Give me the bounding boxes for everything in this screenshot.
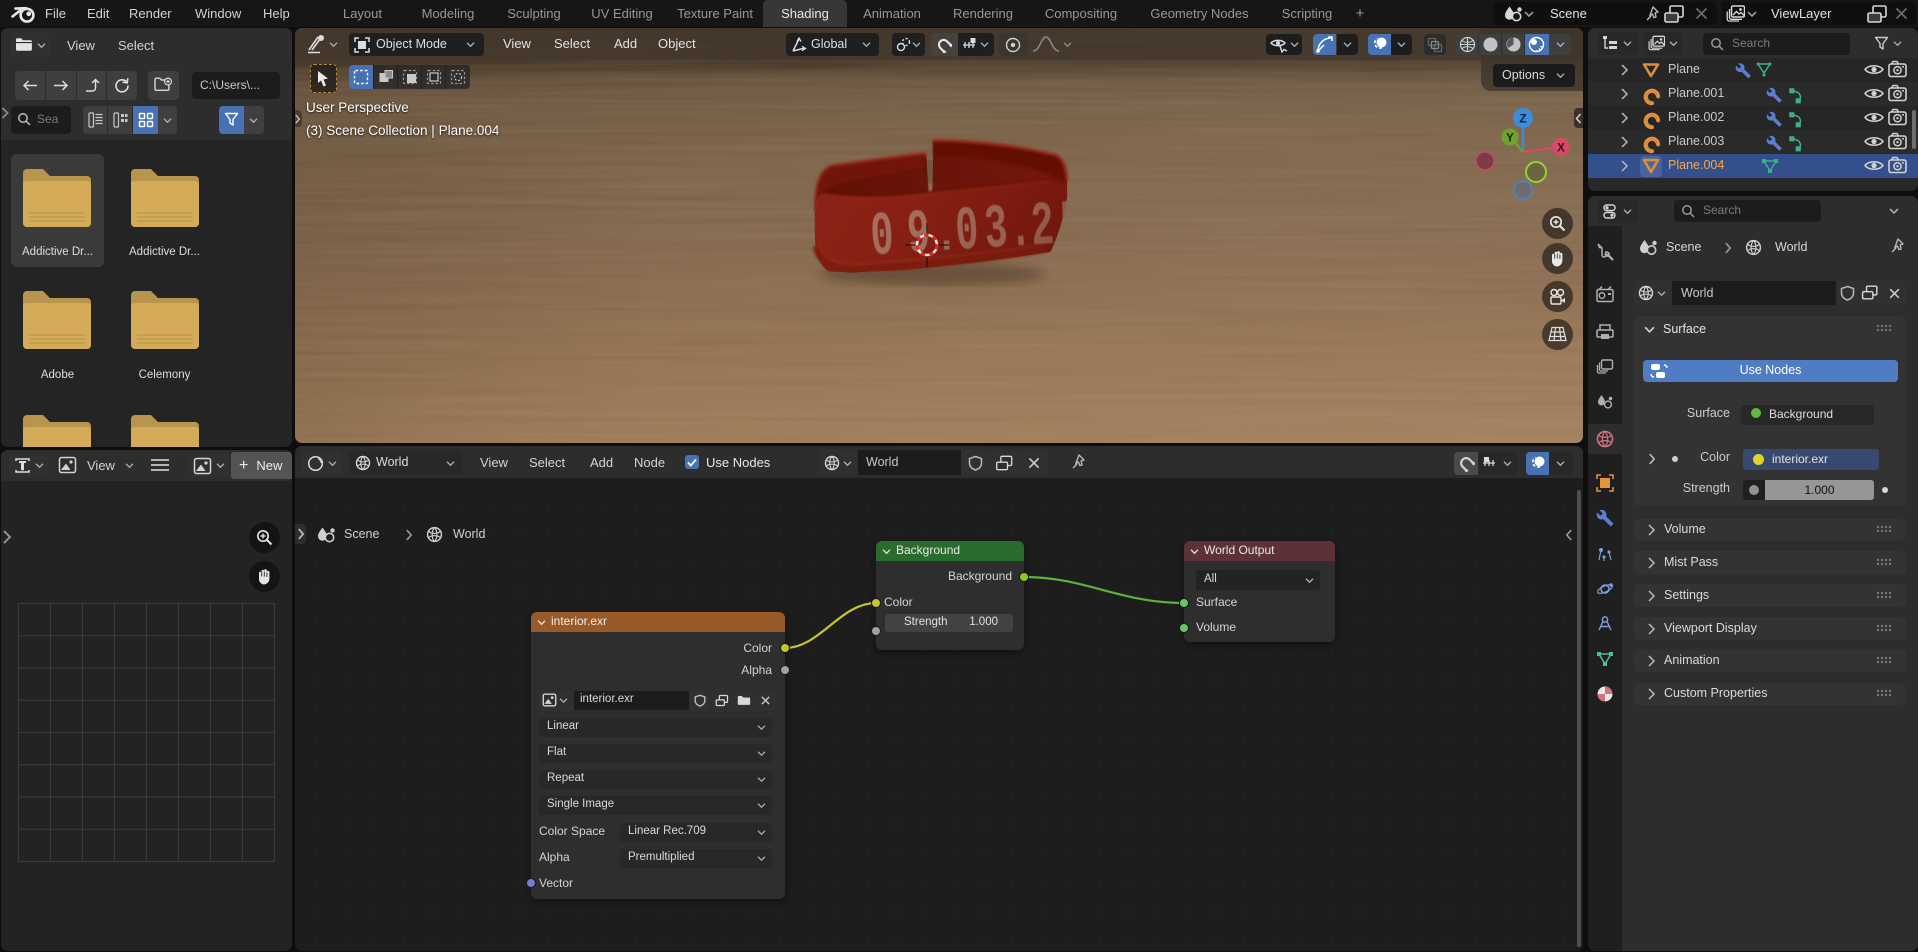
svg-text:Z: Z xyxy=(1519,112,1526,126)
svg-text:Y: Y xyxy=(1506,133,1514,145)
svg-text:X: X xyxy=(1557,143,1565,155)
